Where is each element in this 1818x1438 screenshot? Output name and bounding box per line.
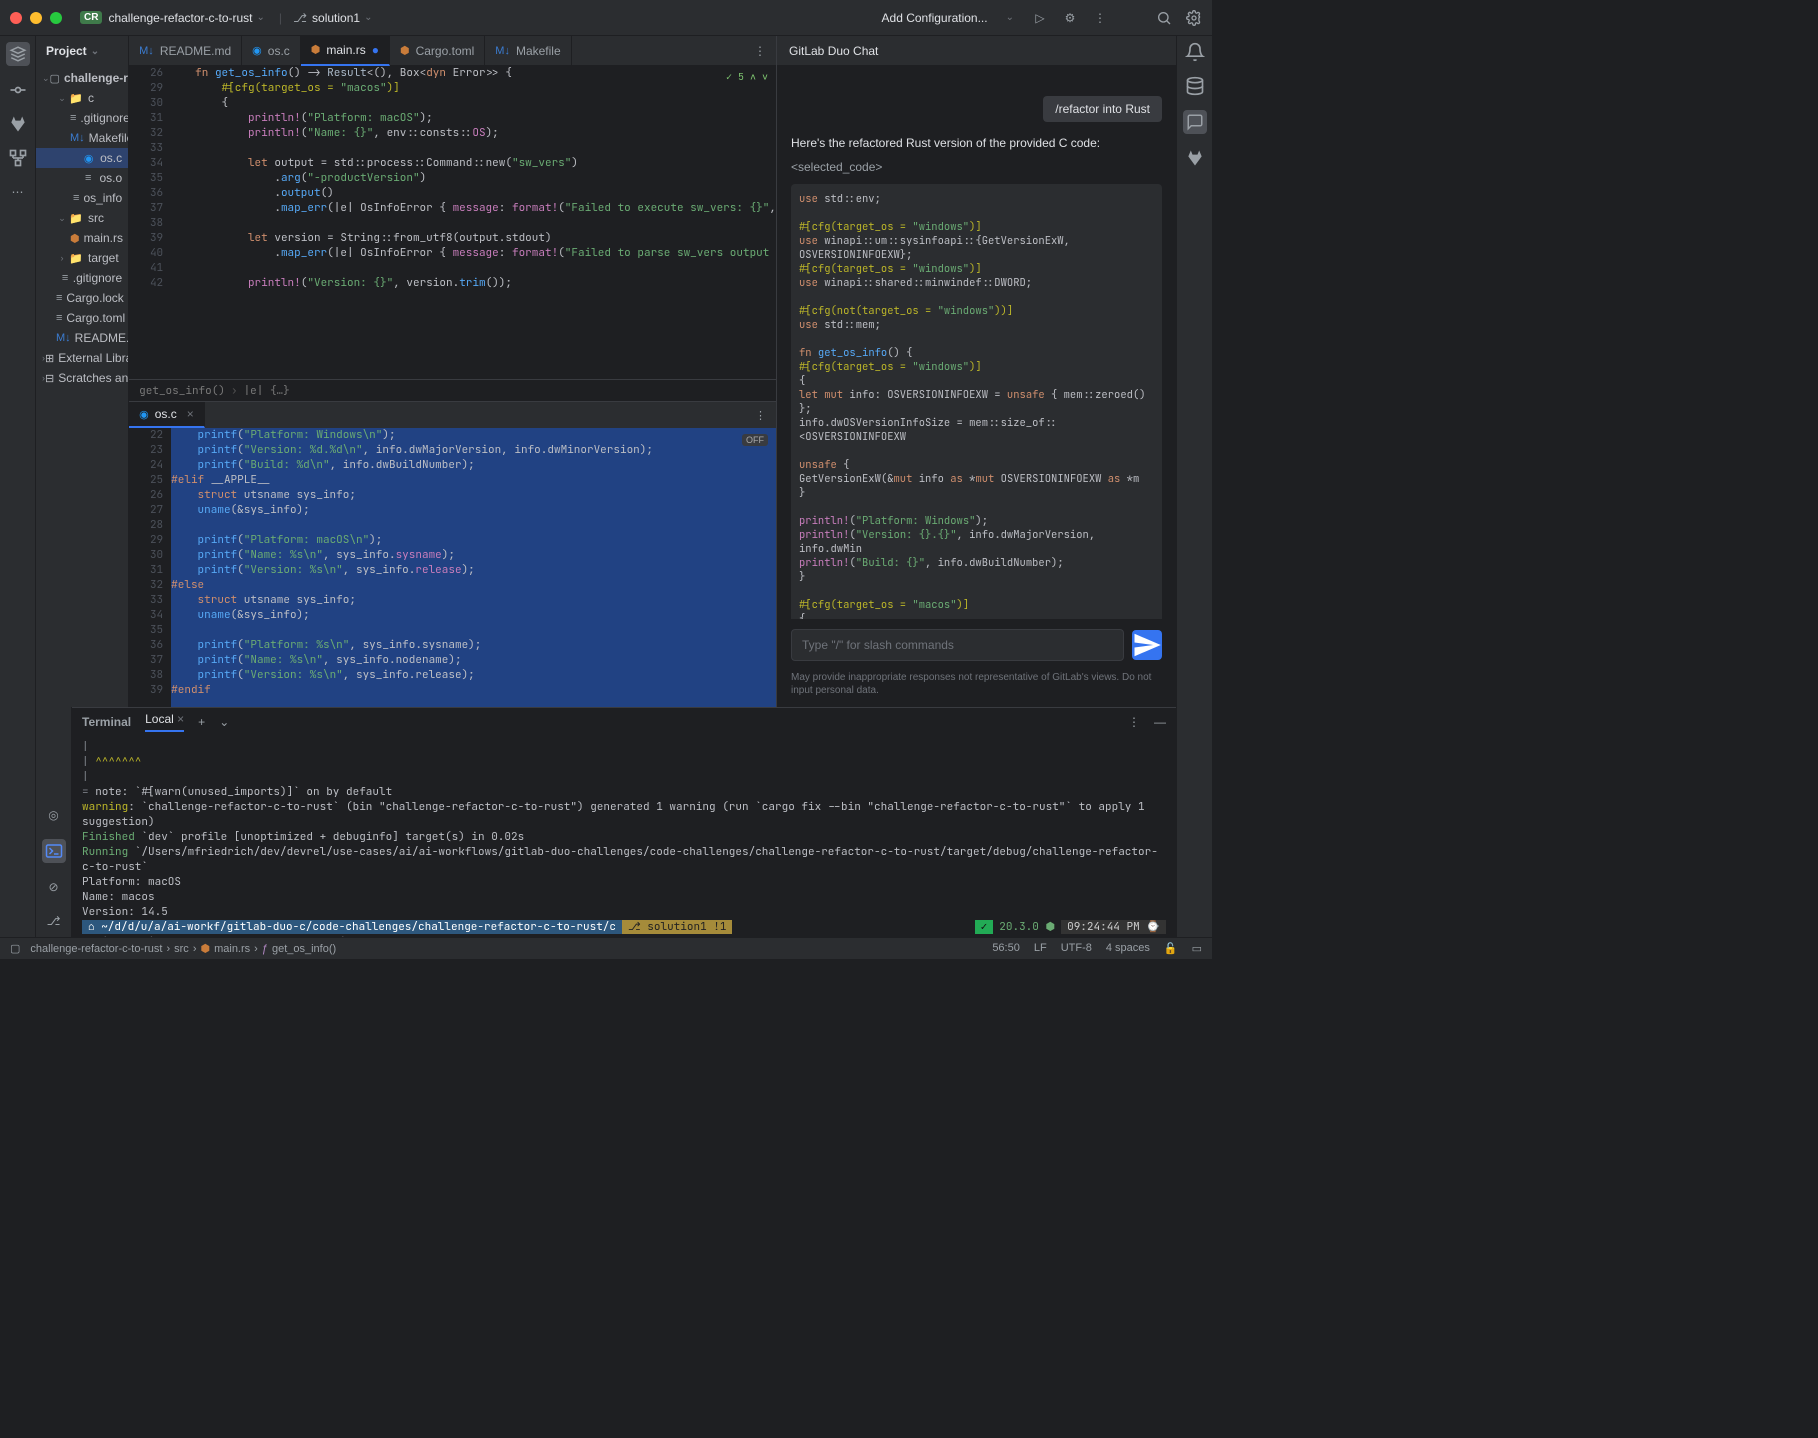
tree-item[interactable]: ⌄📁 src — [36, 208, 128, 228]
chat-user-prompt-chip: /refactor into Rust — [1043, 96, 1162, 122]
editor-tab[interactable]: M↓Makefile — [485, 36, 571, 66]
tree-item[interactable]: ⌄📁 c — [36, 88, 128, 108]
tree-item[interactable]: ⬢ main.rs — [36, 228, 128, 248]
tree-item[interactable]: ≡ Cargo.lock — [36, 288, 128, 308]
commit-tool-icon[interactable] — [8, 80, 28, 100]
settings-icon[interactable] — [1186, 10, 1202, 26]
bottom-left-rail: ◎ ⊘ ⎇ — [36, 707, 72, 937]
status-bar: ▢ challenge-refactor-c-to-rust› src› ⬢ma… — [0, 937, 1212, 959]
window-controls — [10, 12, 62, 24]
chevron-down-icon[interactable]: ⌄ — [1006, 12, 1014, 23]
terminal-tool-icon[interactable] — [42, 839, 66, 863]
services-icon[interactable]: ◎ — [44, 805, 64, 825]
file-encoding[interactable]: UTF-8 — [1061, 942, 1092, 955]
panel-icon[interactable]: ▭ — [1192, 942, 1202, 955]
editor-tab[interactable]: ◉os.c — [242, 36, 301, 66]
editor-tabs: M↓README.md ◉os.c ⬢main.rs● ⬢Cargo.toml … — [129, 36, 776, 66]
tree-item[interactable]: ≡ .gitignore — [36, 108, 128, 128]
terminal-output[interactable]: || ^^^^^^^|= note: `#[warn(unused_import… — [72, 736, 1176, 937]
chat-send-button[interactable] — [1132, 630, 1162, 660]
minimize-window-button[interactable] — [30, 12, 42, 24]
chat-disclaimer: May provide inappropriate responses not … — [777, 671, 1176, 707]
chat-input[interactable]: Type "/" for slash commands — [791, 629, 1124, 661]
inspections-off-badge[interactable]: OFF — [742, 434, 768, 446]
tree-item[interactable]: ◉ os.c — [36, 148, 128, 168]
editor-main-rs[interactable]: 262930313233343536373839404142 fn get_os… — [129, 66, 776, 402]
more-vertical-icon[interactable]: ⋮ — [1092, 10, 1108, 26]
chevron-down-icon[interactable]: ⌄ — [364, 12, 372, 23]
notifications-icon[interactable] — [1185, 42, 1205, 62]
tree-root[interactable]: ⌄▢ challenge-refactor-c-to-rust ~/de — [36, 68, 128, 88]
caret-position[interactable]: 56:50 — [992, 942, 1020, 955]
tab-more-icon[interactable]: ⋮ — [745, 409, 776, 422]
project-name[interactable]: challenge-refactor-c-to-rust — [108, 11, 252, 25]
editor-os-c[interactable]: ◉os.c× ⋮ 2223242526272829303132333435363… — [129, 402, 776, 707]
gitlab-tool-icon[interactable] — [8, 114, 28, 134]
right-tool-rail — [1176, 36, 1212, 937]
tree-item[interactable]: ≡ .gitignore — [36, 268, 128, 288]
close-window-button[interactable] — [10, 12, 22, 24]
status-breadcrumb[interactable]: challenge-refactor-c-to-rust› src› ⬢main… — [30, 942, 336, 955]
minimize-icon[interactable]: — — [1154, 715, 1166, 729]
terminal-add-tab[interactable]: + — [198, 715, 205, 729]
project-sidebar: Project⌄ ⌄▢ challenge-refactor-c-to-rust… — [36, 36, 129, 707]
chevron-down-icon: ⌄ — [91, 46, 99, 57]
maximize-window-button[interactable] — [50, 12, 62, 24]
database-icon[interactable] — [1185, 76, 1205, 96]
chat-header: GitLab Duo Chat — [777, 36, 1176, 66]
editor-tab[interactable]: M↓README.md — [129, 36, 242, 66]
tree-item[interactable]: ≡ Cargo.toml — [36, 308, 128, 328]
tree-item[interactable]: M↓ Makefile — [36, 128, 128, 148]
more-vertical-icon[interactable]: ⋮ — [1128, 715, 1140, 729]
chat-response: Here's the refactored Rust version of th… — [777, 122, 1176, 619]
terminal-panel: Terminal Local × + ⌄ ⋮ — || ^^^^^^^|= no… — [72, 707, 1176, 937]
tab-more-icon[interactable]: ⋮ — [744, 44, 776, 58]
gitlab-icon[interactable] — [1185, 148, 1205, 168]
project-tool-icon[interactable] — [6, 42, 30, 66]
tree-item[interactable]: ≡ os.o — [36, 168, 128, 188]
titlebar: CR challenge-refactor-c-to-rust ⌄ | ⎇ so… — [0, 0, 1212, 36]
gear-icon[interactable]: ⚙ — [1062, 10, 1078, 26]
branch-name[interactable]: solution1 — [312, 11, 360, 25]
project-sidebar-header[interactable]: Project⌄ — [36, 36, 128, 66]
terminal-tab-local[interactable]: Local × — [145, 712, 184, 732]
git-icon[interactable]: ⎇ — [44, 911, 64, 931]
editor-tab[interactable]: ⬢main.rs● — [301, 36, 390, 66]
terminal-tab-header[interactable]: Terminal — [82, 715, 131, 729]
file-tree[interactable]: ⌄▢ challenge-refactor-c-to-rust ~/de ⌄📁 … — [36, 66, 128, 707]
tab-os-c-split[interactable]: ◉os.c× — [129, 402, 205, 428]
ai-chat-icon[interactable] — [1183, 110, 1207, 134]
chevron-down-icon[interactable]: ⌄ — [219, 715, 229, 729]
editor-tab[interactable]: ⬢Cargo.toml — [390, 36, 485, 66]
run-config-selector[interactable]: Add Configuration... — [882, 11, 988, 25]
tree-scratches[interactable]: ›⊟Scratches and Consoles — [36, 368, 128, 388]
structure-tool-icon[interactable] — [8, 148, 28, 168]
chevron-down-icon[interactable]: ⌄ — [257, 12, 265, 23]
readonly-lock-icon[interactable]: 🔓 — [1164, 942, 1178, 955]
more-tool-icon[interactable]: ⋯ — [8, 182, 28, 202]
editor-breadcrumb[interactable]: get_os_info()›|e| {…} — [129, 379, 776, 401]
tool-window-toggle-icon[interactable]: ▢ — [10, 942, 20, 955]
inspections-badge[interactable]: ✓ 5 ∧ ∨ — [726, 70, 768, 83]
vcs-branch-icon[interactable]: ⎇ — [292, 10, 308, 26]
gitlab-duo-chat-panel: GitLab Duo Chat /refactor into Rust Here… — [776, 36, 1176, 707]
run-icon[interactable]: ▷ — [1032, 10, 1048, 26]
left-tool-rail: ⋯ — [0, 36, 36, 937]
search-icon[interactable] — [1156, 10, 1172, 26]
project-badge: CR — [80, 11, 102, 24]
indent-setting[interactable]: 4 spaces — [1106, 942, 1150, 955]
line-separator[interactable]: LF — [1034, 942, 1047, 955]
tree-item[interactable]: ›📁 target — [36, 248, 128, 268]
problems-icon[interactable]: ⊘ — [44, 877, 64, 897]
tree-item[interactable]: ≡ os_info — [36, 188, 128, 208]
tree-ext-libs[interactable]: ›⊞External Libraries — [36, 348, 128, 368]
tree-item[interactable]: M↓ README.md — [36, 328, 128, 348]
